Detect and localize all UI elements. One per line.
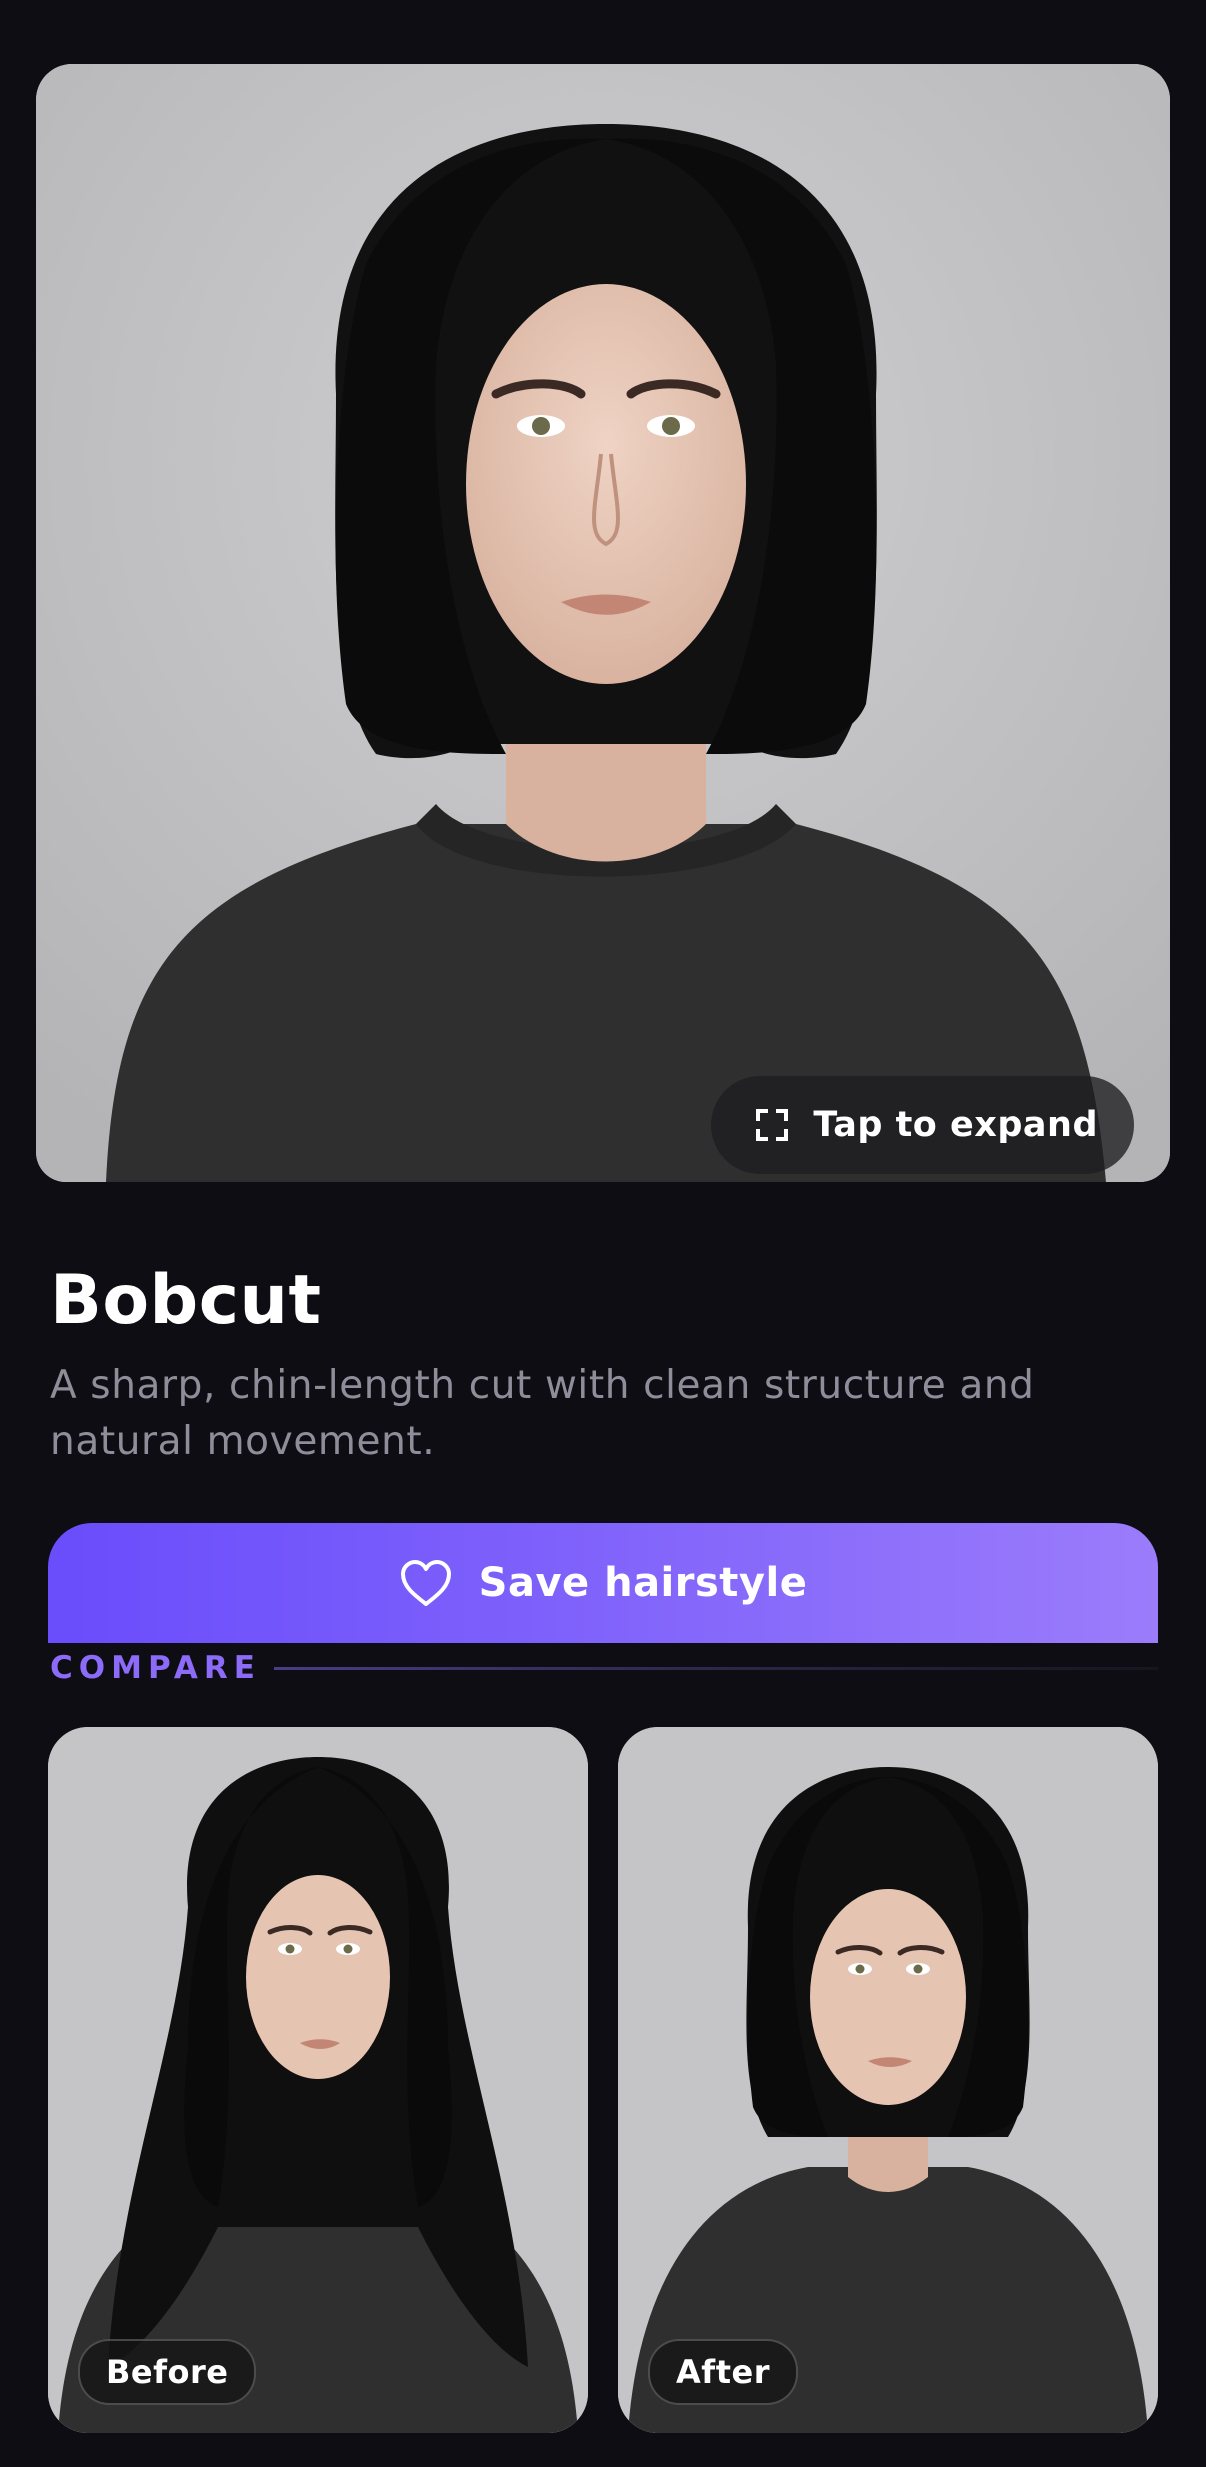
heart-outline-icon	[400, 1560, 451, 1606]
after-image-card[interactable]: After	[618, 1727, 1158, 2433]
save-hairstyle-button[interactable]: Save hairstyle	[48, 1523, 1158, 1643]
before-image-card[interactable]: Before	[48, 1727, 588, 2433]
hero-image[interactable]: Tap to expand	[36, 64, 1170, 1182]
save-hairstyle-label: Save hairstyle	[478, 1560, 808, 1606]
expand-corners-icon	[756, 1109, 789, 1141]
before-portrait	[48, 1727, 588, 2433]
hairstyle-description: A sharp, chin-length cut with clean stru…	[50, 1363, 1035, 1464]
hairstyle-title: Bobcut	[50, 1261, 322, 1340]
compare-divider	[274, 1667, 1158, 1670]
hairstyle-detail-screen: Tap to expand Bobcut A sharp, chin-lengt…	[0, 0, 1206, 2467]
compare-section-label: COMPARE	[50, 1650, 261, 1686]
after-tag: After	[648, 2339, 798, 2405]
tap-to-expand-label: Tap to expand	[813, 1105, 1098, 1145]
after-portrait	[618, 1727, 1158, 2433]
tap-to-expand-button[interactable]: Tap to expand	[711, 1076, 1134, 1174]
before-tag: Before	[78, 2339, 257, 2405]
hero-portrait	[36, 64, 1170, 1182]
